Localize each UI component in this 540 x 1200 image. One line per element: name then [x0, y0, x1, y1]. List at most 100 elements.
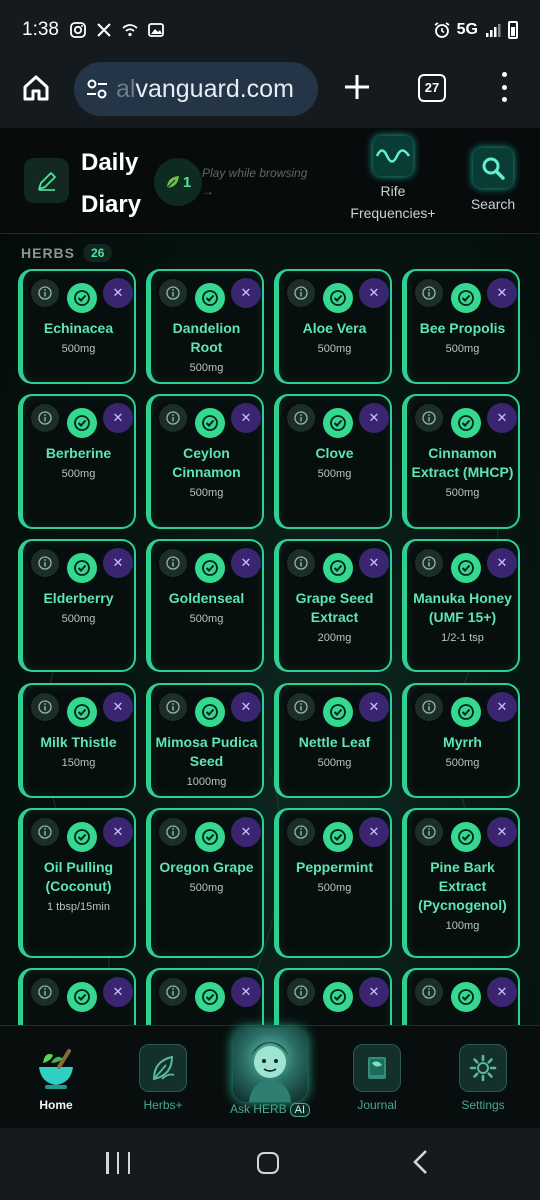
check-icon[interactable] [67, 408, 97, 438]
close-icon[interactable]: ✕ [231, 692, 261, 722]
info-icon[interactable] [159, 404, 187, 432]
check-icon[interactable] [195, 408, 225, 438]
nav-journal[interactable]: Journal [337, 1044, 417, 1112]
herb-card[interactable]: ✕ Mimosa Pudica Seed 1000mg [146, 683, 264, 798]
close-icon[interactable]: ✕ [487, 278, 517, 308]
close-icon[interactable]: ✕ [487, 692, 517, 722]
close-icon[interactable]: ✕ [359, 548, 389, 578]
info-icon[interactable] [159, 978, 187, 1006]
close-icon[interactable]: ✕ [103, 977, 133, 1007]
close-icon[interactable]: ✕ [103, 692, 133, 722]
herb-card[interactable]: ✕ Aloe Vera 500mg [274, 269, 392, 384]
close-icon[interactable]: ✕ [359, 692, 389, 722]
nav-settings[interactable]: Settings [443, 1044, 523, 1112]
new-tab-button[interactable] [343, 73, 371, 101]
check-icon[interactable] [451, 553, 481, 583]
check-icon[interactable] [67, 822, 97, 852]
info-icon[interactable] [287, 818, 315, 846]
system-home-button[interactable] [257, 1152, 279, 1174]
herb-card[interactable]: ✕ Berberine 500mg [18, 394, 136, 529]
check-icon[interactable] [451, 822, 481, 852]
close-icon[interactable]: ✕ [103, 817, 133, 847]
info-icon[interactable] [31, 404, 59, 432]
info-icon[interactable] [31, 549, 59, 577]
leaf-count-badge[interactable]: 1 [154, 158, 202, 206]
check-icon[interactable] [195, 697, 225, 727]
play-while-browsing-hint[interactable]: Play while browsing → [202, 164, 307, 200]
check-icon[interactable] [451, 697, 481, 727]
herb-card[interactable]: ✕ Dandelion Root 500mg [146, 269, 264, 384]
herb-card[interactable]: ✕ Goldenseal 500mg [146, 539, 264, 672]
info-icon[interactable] [287, 693, 315, 721]
check-icon[interactable] [451, 982, 481, 1012]
herb-card[interactable]: ✕ Myrrh 500mg [402, 683, 520, 798]
herb-card[interactable]: ✕ Echinacea 500mg [18, 269, 136, 384]
check-icon[interactable] [323, 408, 353, 438]
info-icon[interactable] [31, 279, 59, 307]
info-icon[interactable] [31, 818, 59, 846]
close-icon[interactable]: ✕ [103, 403, 133, 433]
close-icon[interactable]: ✕ [103, 548, 133, 578]
herb-card[interactable]: ✕ Bee Propolis 500mg [402, 269, 520, 384]
back-button[interactable] [410, 1148, 432, 1176]
close-icon[interactable]: ✕ [231, 817, 261, 847]
info-icon[interactable] [287, 549, 315, 577]
info-icon[interactable] [159, 279, 187, 307]
more-icon[interactable] [500, 72, 508, 102]
check-icon[interactable] [451, 408, 481, 438]
herb-card[interactable]: ✕ Oil Pulling (Coconut) 1 tbsp/15min [18, 808, 136, 958]
check-icon[interactable] [323, 822, 353, 852]
close-icon[interactable]: ✕ [487, 548, 517, 578]
herb-card[interactable]: ✕ Manuka Honey (UMF 15+) 1/2-1 tsp [402, 539, 520, 672]
check-icon[interactable] [323, 283, 353, 313]
herb-card[interactable]: ✕ Ceylon Cinnamon 500mg [146, 394, 264, 529]
address-bar[interactable]: alvanguard.com [74, 62, 318, 116]
info-icon[interactable] [415, 404, 443, 432]
info-icon[interactable] [415, 818, 443, 846]
check-icon[interactable] [67, 283, 97, 313]
herb-card[interactable]: ✕ Clove 500mg [274, 394, 392, 529]
rife-frequencies-button[interactable]: Rife Frequencies+ [346, 136, 440, 224]
info-icon[interactable] [159, 549, 187, 577]
info-icon[interactable] [31, 693, 59, 721]
info-icon[interactable] [31, 978, 59, 1006]
search-button[interactable]: Search [465, 148, 521, 212]
check-icon[interactable] [323, 982, 353, 1012]
check-icon[interactable] [195, 982, 225, 1012]
herb-card[interactable]: ✕ Pine Bark Extract (Pycnogenol) 100mg [402, 808, 520, 958]
close-icon[interactable]: ✕ [103, 278, 133, 308]
check-icon[interactable] [451, 283, 481, 313]
close-icon[interactable]: ✕ [487, 817, 517, 847]
herb-card[interactable]: ✕ Elderberry 500mg [18, 539, 136, 672]
site-settings-icon[interactable] [84, 76, 110, 102]
close-icon[interactable]: ✕ [231, 278, 261, 308]
check-icon[interactable] [67, 553, 97, 583]
check-icon[interactable] [67, 982, 97, 1012]
close-icon[interactable]: ✕ [231, 977, 261, 1007]
info-icon[interactable] [415, 549, 443, 577]
info-icon[interactable] [415, 978, 443, 1006]
info-icon[interactable] [415, 693, 443, 721]
close-icon[interactable]: ✕ [487, 403, 517, 433]
close-icon[interactable]: ✕ [359, 817, 389, 847]
close-icon[interactable]: ✕ [359, 278, 389, 308]
browser-home-button[interactable] [20, 72, 52, 104]
check-icon[interactable] [323, 697, 353, 727]
check-icon[interactable] [323, 553, 353, 583]
info-icon[interactable] [287, 978, 315, 1006]
close-icon[interactable]: ✕ [359, 977, 389, 1007]
check-icon[interactable] [195, 553, 225, 583]
check-icon[interactable] [67, 697, 97, 727]
ask-herb-avatar[interactable] [233, 1028, 307, 1102]
herb-card[interactable]: ✕ Nettle Leaf 500mg [274, 683, 392, 798]
check-icon[interactable] [195, 822, 225, 852]
close-icon[interactable]: ✕ [231, 403, 261, 433]
recent-apps-button[interactable] [106, 1152, 130, 1174]
info-icon[interactable] [159, 693, 187, 721]
info-icon[interactable] [287, 404, 315, 432]
herb-card[interactable]: ✕ Grape Seed Extract 200mg [274, 539, 392, 672]
close-icon[interactable]: ✕ [487, 977, 517, 1007]
herb-card[interactable]: ✕ Oregon Grape 500mg [146, 808, 264, 958]
info-icon[interactable] [287, 279, 315, 307]
edit-diary-button[interactable] [24, 158, 69, 203]
